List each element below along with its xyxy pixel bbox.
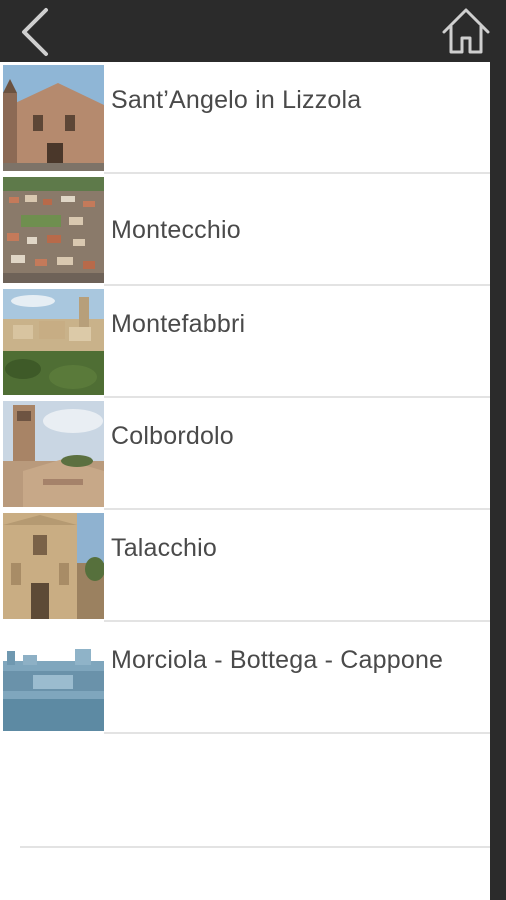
bell-tower-thumbnail xyxy=(3,401,104,507)
list-item-label: Montefabbri xyxy=(111,310,246,338)
row-divider xyxy=(104,732,490,734)
hilltop-village-thumbnail xyxy=(3,289,104,395)
list-item-label: Talacchio xyxy=(111,534,218,562)
list-item[interactable]: Montecchio xyxy=(0,174,490,286)
list-item[interactable]: Sant’Angelo in Lizzola xyxy=(0,62,490,174)
list-item[interactable]: Montefabbri xyxy=(0,286,490,398)
aerial-town-thumbnail xyxy=(3,177,104,283)
home-icon[interactable] xyxy=(440,6,492,58)
list-item-label: Colbordolo xyxy=(111,422,234,450)
church-front-thumbnail xyxy=(3,513,104,619)
navigation-bar xyxy=(0,0,506,62)
back-chevron-icon[interactable] xyxy=(14,6,54,58)
church-facade-thumbnail xyxy=(3,65,104,171)
empty-row-divider xyxy=(20,846,490,848)
list-item[interactable]: Talacchio xyxy=(0,510,490,622)
list-item-label: Montecchio xyxy=(111,216,241,244)
list-item-label: Morciola - Bottega - Cappone xyxy=(111,646,444,674)
location-list: Sant’Angelo in Lizzola Montecchio Montef… xyxy=(0,62,490,900)
list-item[interactable]: Morciola - Bottega - Cappone xyxy=(0,622,490,734)
skyline-thumbnail xyxy=(3,625,104,731)
list-item[interactable]: Colbordolo xyxy=(0,398,490,510)
list-item-label: Sant’Angelo in Lizzola xyxy=(111,86,362,114)
